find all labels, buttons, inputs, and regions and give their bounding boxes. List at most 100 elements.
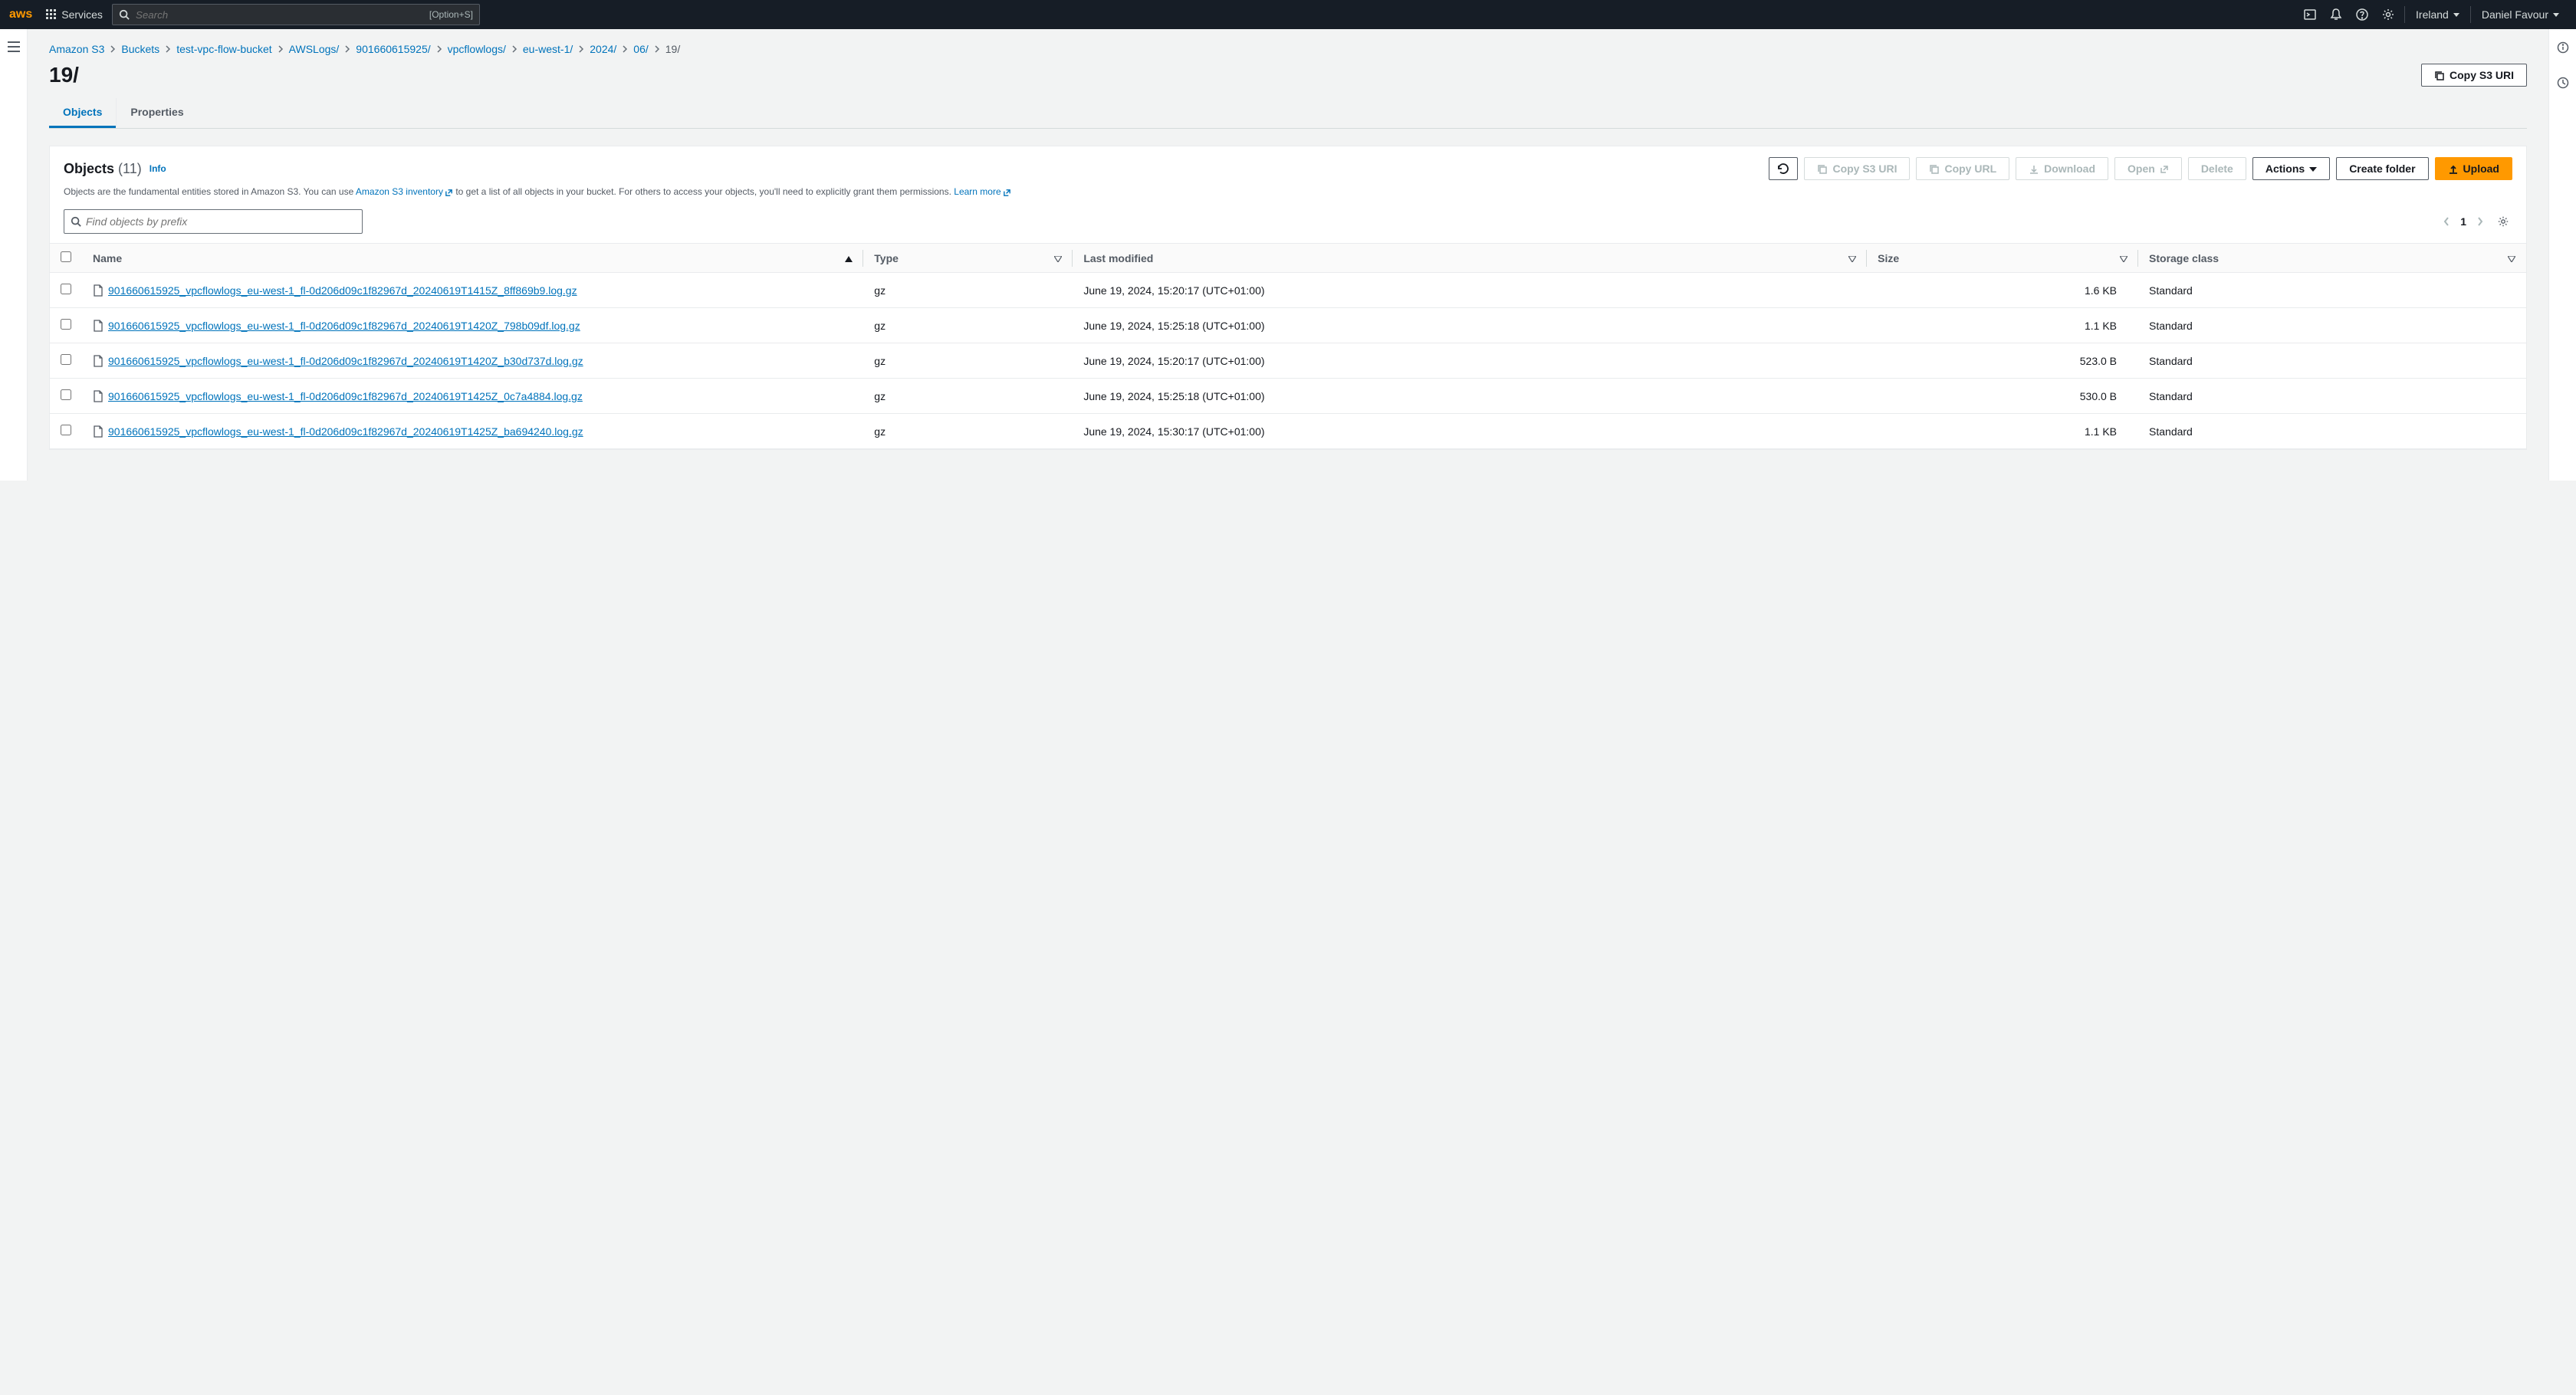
breadcrumb-link[interactable]: 2024/ (590, 43, 616, 55)
col-type[interactable]: Type (863, 244, 1073, 273)
file-icon (93, 425, 104, 438)
delete-button[interactable]: Delete (2188, 157, 2246, 180)
cell-storage-class: Standard (2138, 308, 2526, 343)
col-storage-class[interactable]: Storage class (2138, 244, 2526, 273)
table-settings-button[interactable] (2494, 212, 2512, 231)
chevron-right-icon (435, 45, 443, 53)
prev-page-button[interactable] (2440, 214, 2453, 229)
sort-icon (1848, 252, 1856, 264)
notifications-button[interactable] (2323, 0, 2349, 29)
breadcrumb-link[interactable]: 901660615925/ (356, 43, 430, 55)
sort-asc-icon (845, 252, 853, 264)
open-side-nav-button[interactable] (3, 37, 25, 57)
page-title: 19/ (49, 63, 2421, 87)
info-link[interactable]: Info (150, 163, 166, 174)
aws-logo[interactable]: aws (9, 8, 32, 21)
row-checkbox[interactable] (61, 319, 71, 330)
breadcrumb-link[interactable]: test-vpc-flow-bucket (176, 43, 271, 55)
breadcrumb-link[interactable]: eu-west-1/ (523, 43, 573, 55)
copy-s3-uri-label: Copy S3 URI (2450, 69, 2514, 81)
col-last-modified[interactable]: Last modified (1073, 244, 1867, 273)
breadcrumb-link[interactable]: Amazon S3 (49, 43, 104, 55)
select-all-checkbox[interactable] (61, 251, 71, 262)
create-folder-button[interactable]: Create folder (2336, 157, 2428, 180)
row-checkbox[interactable] (61, 354, 71, 365)
tab-objects[interactable]: Objects (49, 98, 116, 128)
upload-icon (2448, 162, 2459, 175)
download-button[interactable]: Download (2016, 157, 2108, 180)
external-link-icon (2160, 162, 2169, 175)
services-menu[interactable]: Services (46, 8, 103, 21)
right-rail (2548, 29, 2576, 481)
breadcrumb-link[interactable]: AWSLogs/ (289, 43, 340, 55)
upload-button[interactable]: Upload (2435, 157, 2512, 180)
cell-last-modified: June 19, 2024, 15:25:18 (UTC+01:00) (1073, 379, 1867, 414)
next-page-button[interactable] (2474, 214, 2486, 229)
search-shortcut: [Option+S] (429, 9, 473, 20)
row-checkbox[interactable] (61, 425, 71, 435)
search-icon (119, 9, 130, 20)
breadcrumb-link[interactable]: Buckets (121, 43, 159, 55)
sort-icon (2508, 252, 2515, 264)
refresh-button[interactable] (1769, 157, 1798, 180)
object-link[interactable]: 901660615925_vpcflowlogs_eu-west-1_fl-0d… (108, 320, 580, 332)
breadcrumb-link[interactable]: 06/ (633, 43, 648, 55)
left-rail (0, 29, 28, 481)
info-panel-button[interactable] (2552, 37, 2574, 58)
settings-button[interactable] (2375, 0, 2401, 29)
region-selector[interactable]: Ireland (2408, 8, 2467, 21)
copy-icon (2434, 69, 2445, 81)
history-panel-button[interactable] (2552, 72, 2574, 94)
file-icon (93, 284, 104, 297)
object-link[interactable]: 901660615925_vpcflowlogs_eu-west-1_fl-0d… (108, 284, 577, 297)
search-icon (71, 216, 81, 227)
global-search[interactable]: [Option+S] (112, 4, 480, 25)
open-button[interactable]: Open (2114, 157, 2182, 180)
cell-type: gz (863, 343, 1073, 379)
cell-type: gz (863, 379, 1073, 414)
cell-size: 530.0 B (1867, 379, 2138, 414)
table-row: 901660615925_vpcflowlogs_eu-west-1_fl-0d… (50, 379, 2526, 414)
cell-type: gz (863, 273, 1073, 308)
table-row: 901660615925_vpcflowlogs_eu-west-1_fl-0d… (50, 414, 2526, 449)
help-button[interactable] (2349, 0, 2375, 29)
copy-s3-uri-button[interactable]: Copy S3 URI (2421, 64, 2527, 87)
cell-storage-class: Standard (2138, 379, 2526, 414)
page-number: 1 (2460, 215, 2466, 228)
breadcrumb-link[interactable]: vpcflowlogs/ (448, 43, 506, 55)
prefix-filter[interactable] (64, 209, 363, 234)
col-name[interactable]: Name (82, 244, 863, 273)
cell-last-modified: June 19, 2024, 15:20:17 (UTC+01:00) (1073, 273, 1867, 308)
object-link[interactable]: 901660615925_vpcflowlogs_eu-west-1_fl-0d… (108, 390, 583, 402)
external-link-icon (445, 189, 453, 197)
tab-properties[interactable]: Properties (116, 98, 197, 128)
caret-down-icon (2309, 162, 2317, 175)
cloudshell-button[interactable] (2297, 0, 2323, 29)
region-label: Ireland (2416, 8, 2449, 21)
services-label: Services (61, 8, 103, 21)
objects-panel: Objects (11) Info Copy S3 URI Copy UR (49, 146, 2527, 450)
cell-last-modified: June 19, 2024, 15:20:17 (UTC+01:00) (1073, 343, 1867, 379)
object-link[interactable]: 901660615925_vpcflowlogs_eu-west-1_fl-0d… (108, 425, 583, 438)
col-size[interactable]: Size (1867, 244, 2138, 273)
copy-url-button[interactable]: Copy URL (1916, 157, 2009, 180)
learn-more-link[interactable]: Learn more (954, 186, 1010, 197)
chevron-right-icon (343, 45, 351, 53)
tabs: Objects Properties (49, 98, 2527, 129)
object-link[interactable]: 901660615925_vpcflowlogs_eu-west-1_fl-0d… (108, 355, 583, 367)
cell-size: 1.1 KB (1867, 414, 2138, 449)
panel-count: (11) (118, 161, 142, 176)
search-input[interactable] (136, 9, 423, 21)
prefix-filter-input[interactable] (86, 215, 356, 228)
panel-title: Objects (64, 161, 114, 176)
caret-down-icon (2553, 13, 2559, 17)
row-checkbox[interactable] (61, 389, 71, 400)
copy-s3-uri-button[interactable]: Copy S3 URI (1804, 157, 1910, 180)
caret-down-icon (2453, 13, 2459, 17)
copy-icon (1817, 162, 1828, 175)
row-checkbox[interactable] (61, 284, 71, 294)
inventory-link[interactable]: Amazon S3 inventory (356, 186, 453, 197)
top-nav: aws Services [Option+S] Ireland Daniel F… (0, 0, 2576, 29)
user-menu[interactable]: Daniel Favour (2474, 8, 2567, 21)
actions-dropdown[interactable]: Actions (2252, 157, 2330, 180)
